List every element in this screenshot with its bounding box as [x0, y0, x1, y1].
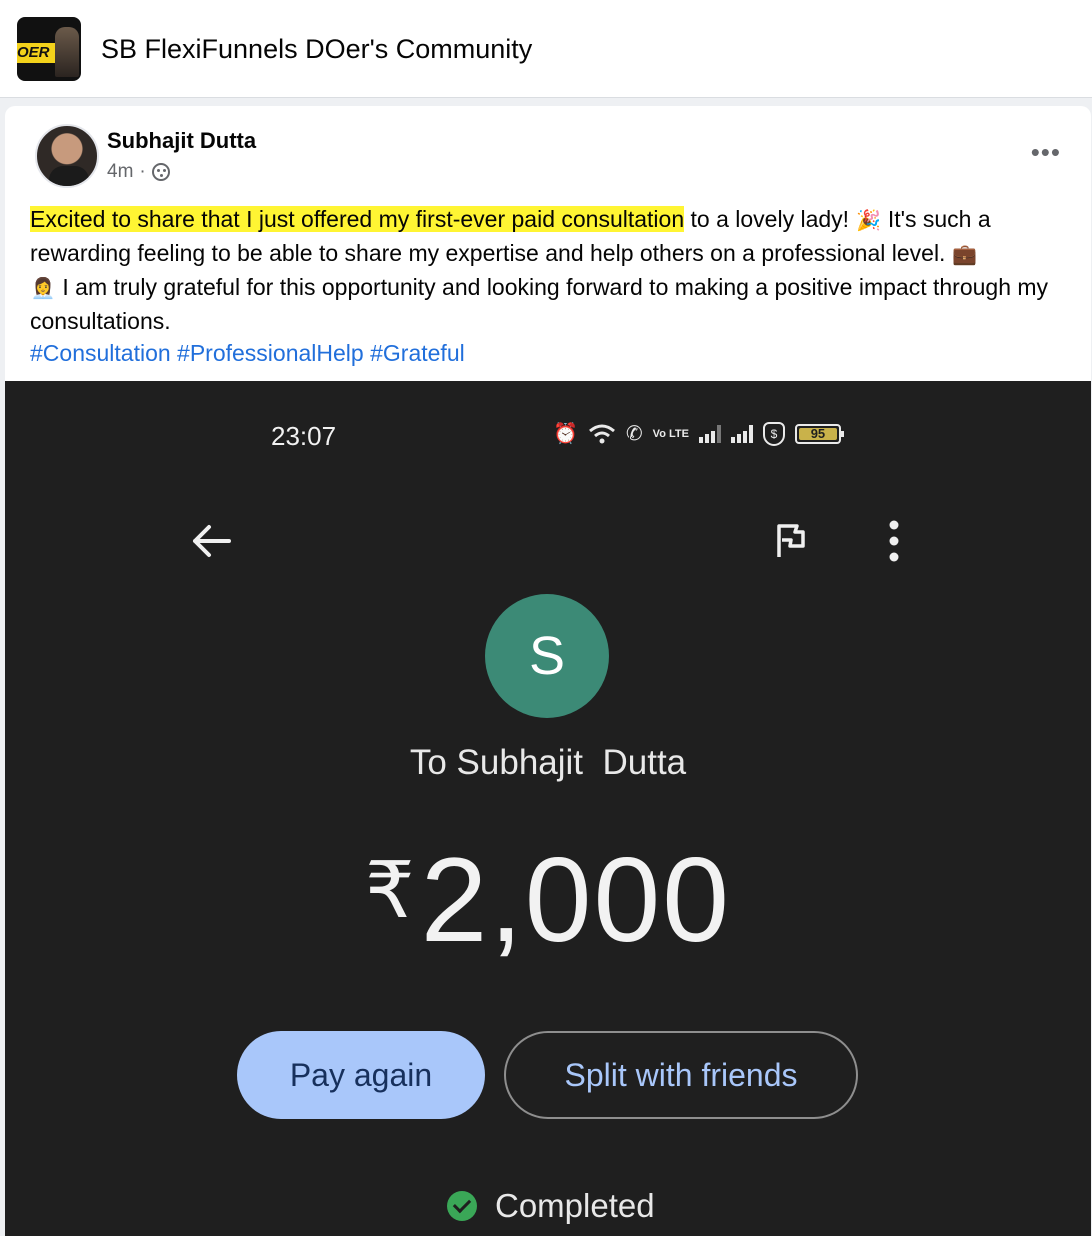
- payment-amount: ₹2,000: [5, 831, 1091, 969]
- hashtag-professionalhelp[interactable]: #ProfessionalHelp: [177, 340, 364, 366]
- audience-icon[interactable]: [151, 163, 170, 181]
- group-logo[interactable]: OER: [17, 17, 81, 81]
- briefcase-icon: 💼: [952, 244, 978, 266]
- payment-screenshot[interactable]: 23:07 ⏰ ✆ Vo LTE $ 95 S To Subhajit Dutt…: [5, 381, 1091, 1236]
- volte-icon: Vo LTE: [652, 427, 689, 440]
- meta-separator: ·: [139, 161, 146, 182]
- status-bar-icons: ⏰ ✆ Vo LTE $ 95: [553, 421, 844, 446]
- signal-1-icon: [698, 424, 721, 443]
- battery-level: 95: [798, 427, 837, 440]
- signal-2-icon: [730, 424, 753, 443]
- payment-status: Completed: [447, 1187, 655, 1225]
- logo-figure: [55, 27, 79, 77]
- highlighted-text: Excited to share that I just offered my …: [30, 206, 685, 232]
- alarm-icon: ⏰: [553, 423, 578, 445]
- back-arrow-icon[interactable]: [189, 519, 233, 563]
- pay-again-button[interactable]: Pay again: [237, 1031, 485, 1119]
- flag-icon[interactable]: [770, 521, 810, 561]
- avatar-body: [49, 166, 89, 186]
- post-text-part1: to a lovely lady!: [684, 206, 856, 232]
- logo-text: OER: [17, 44, 50, 61]
- check-circle-icon: [447, 1191, 477, 1221]
- post-card: Subhajit Dutta 4m · ••• Excited to share…: [5, 106, 1091, 1236]
- wifi-call-icon: ✆: [625, 423, 643, 445]
- shield-icon: $: [762, 421, 785, 446]
- group-header: OER SB FlexiFunnels DOer's Community: [0, 0, 1092, 98]
- battery-icon: 95: [794, 423, 844, 444]
- status-text: Completed: [495, 1187, 655, 1224]
- post-time[interactable]: 4m: [107, 161, 133, 183]
- hashtag-grateful[interactable]: #Grateful: [370, 340, 465, 366]
- author-avatar[interactable]: [35, 124, 99, 188]
- party-popper-icon: 🎉: [855, 210, 881, 232]
- amount-value: 2,000: [420, 833, 731, 967]
- more-vert-icon[interactable]: [881, 519, 907, 563]
- status-bar-time: 23:07: [271, 421, 337, 451]
- post-meta: 4m ·: [107, 161, 170, 183]
- hashtags: #Consultation #ProfessionalHelp #Gratefu…: [30, 340, 465, 366]
- wifi-icon: [588, 424, 615, 443]
- office-worker-icon: 👩‍💼: [30, 278, 56, 300]
- currency-symbol: ₹: [365, 846, 417, 934]
- recipient-name: To Subhajit Dutta: [409, 743, 687, 782]
- hashtag-consultation[interactable]: #Consultation: [30, 340, 171, 366]
- author-name[interactable]: Subhajit Dutta: [107, 128, 256, 154]
- post-body: Excited to share that I just offered my …: [30, 203, 1070, 369]
- recipient-avatar: S: [485, 594, 609, 718]
- split-with-friends-button[interactable]: Split with friends: [504, 1031, 858, 1119]
- post-text-part3: I am truly grateful for this opportunity…: [30, 274, 1049, 334]
- group-title[interactable]: SB FlexiFunnels DOer's Community: [101, 34, 532, 65]
- more-options-button[interactable]: •••: [1031, 139, 1061, 165]
